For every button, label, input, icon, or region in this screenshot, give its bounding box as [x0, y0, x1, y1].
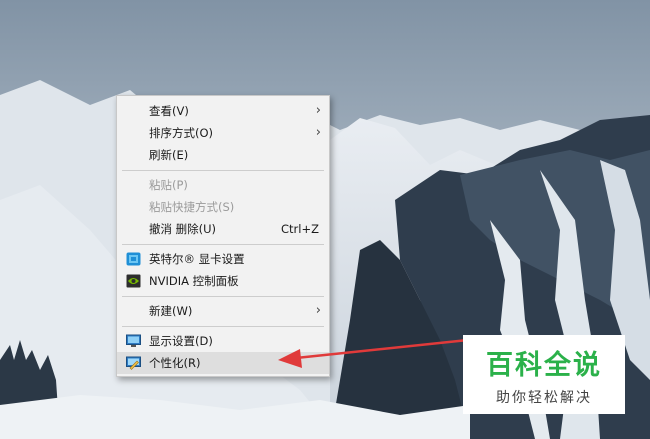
- watermark-logo: 百科全说 助你轻松解决: [463, 335, 625, 414]
- watermark-title: 百科全说: [486, 350, 602, 381]
- watermark-subtitle: 助你轻松解决: [496, 390, 592, 406]
